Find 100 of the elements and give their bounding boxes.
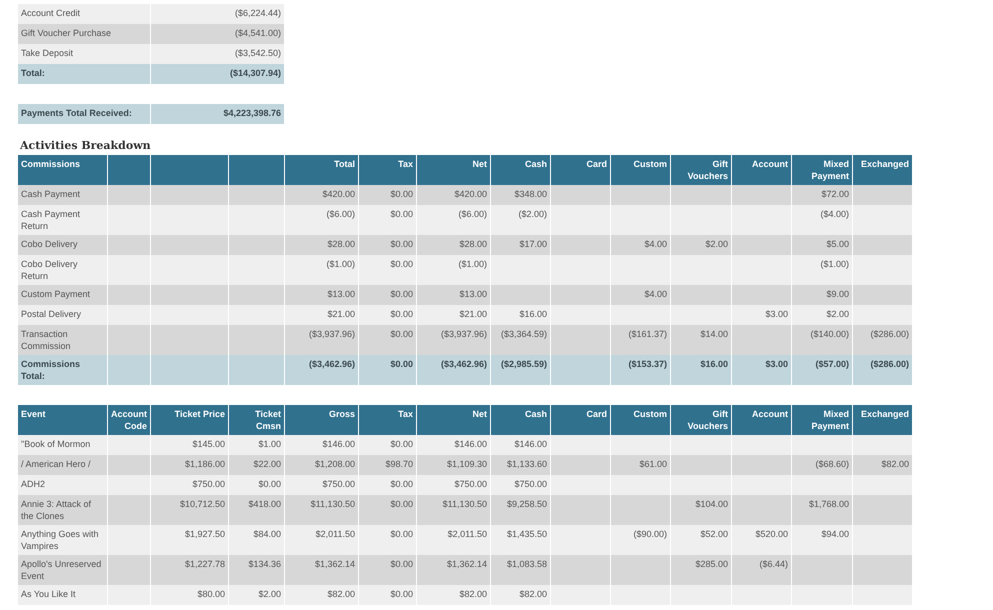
- column-header: Cash: [524, 409, 547, 419]
- table-cell: $94.00: [821, 529, 849, 539]
- column-header: Total: [334, 159, 355, 169]
- table-cell: $1,768.00: [808, 499, 849, 509]
- table-cell: $1,362.14: [314, 559, 355, 569]
- table-cell: $52.00: [700, 529, 728, 539]
- table-cell: $82.00: [459, 589, 487, 599]
- table-cell: $0.00: [390, 479, 413, 489]
- column-header: Event: [21, 409, 46, 419]
- column-header: Ticket Price: [174, 409, 225, 419]
- table-cell: $11,130.50: [310, 499, 355, 509]
- table-cell: Cash Payment: [21, 189, 80, 200]
- table-cell: $9,258.50: [506, 499, 547, 509]
- table-cell: $0.00: [390, 289, 413, 299]
- table-cell: $1,109.30: [446, 459, 487, 469]
- table-cell: $146.00: [514, 439, 547, 449]
- table-cell: ($6.00): [458, 209, 487, 219]
- table-cell: $0.00: [390, 439, 413, 449]
- column-header: Card: [586, 159, 607, 169]
- table-cell: As You Like It: [21, 589, 76, 600]
- table-cell: $520.00: [755, 529, 788, 539]
- table-cell: $5.00: [826, 239, 849, 249]
- column-header: Commissions: [21, 159, 80, 169]
- table-cell: $1,208.00: [314, 459, 355, 469]
- table-cell: ($3,364.59): [500, 329, 547, 339]
- table-cell: $2,011.50: [448, 529, 487, 539]
- column-header: Card: [586, 409, 607, 419]
- column-header: Tax: [398, 159, 413, 169]
- table-cell: $84.00: [253, 529, 281, 539]
- table-cell: $104.00: [695, 499, 728, 509]
- table-cell: $72.00: [821, 189, 849, 199]
- table-cell: $146.00: [322, 439, 355, 449]
- column-header: Account: [752, 409, 788, 419]
- table-cell: ($3,462.96): [308, 359, 355, 369]
- column-header: Ticket Cmsn: [255, 409, 281, 430]
- table-cell: $2.00: [258, 589, 281, 599]
- table-cell: ($1.00): [820, 259, 849, 269]
- table-cell-text: Apollo's Unreserved Event: [21, 559, 102, 582]
- table-cell: $13.00: [459, 289, 487, 299]
- table-cell: ($4.00): [820, 209, 849, 219]
- table-cell: $750.00: [514, 479, 547, 489]
- table-cell: / American Hero /: [21, 459, 91, 470]
- table-cell: $145.00: [192, 439, 225, 449]
- table-cell: ($57.00): [815, 359, 849, 369]
- table-cell: $0.00: [390, 259, 413, 269]
- table-cell: $2.00: [705, 239, 728, 249]
- table-cell-text: Annie 3: Attack of the Clones: [21, 499, 92, 522]
- table-cell: $1,133.60: [506, 459, 547, 469]
- table-cell: ($14,307.94): [230, 68, 281, 78]
- table-cell: $0.00: [390, 589, 413, 599]
- table-cell: ($6,224.44): [234, 8, 281, 18]
- table-cell: $3.00: [765, 359, 788, 369]
- table-cell: $1,186.00: [184, 459, 225, 469]
- table-cell: $4,223,398.76: [223, 108, 281, 118]
- table-cell: ($3,542.50): [234, 48, 281, 58]
- table-cell: ($68.60): [815, 459, 849, 469]
- table-cell: Payments Total Received:: [21, 108, 132, 118]
- table-cell: ($6.00): [326, 209, 355, 219]
- column-header: Exchanged: [860, 159, 909, 169]
- table-cell: Cobo Delivery: [21, 239, 78, 250]
- table-cell: $14.00: [700, 329, 728, 339]
- table-cell: $0.00: [390, 529, 413, 539]
- table-cell: $0.00: [390, 239, 413, 249]
- table-cell: "Book of Mormon: [21, 439, 90, 450]
- table-cell: ($286.00): [870, 359, 909, 369]
- table-cell: $134.36: [248, 559, 281, 569]
- table-cell: $4.00: [644, 239, 667, 249]
- table-cell: ($4,541.00): [234, 28, 281, 38]
- table-cell: $750.00: [192, 479, 225, 489]
- table-cell: ($2,985.59): [500, 359, 547, 369]
- table-cell: $3.00: [765, 309, 788, 319]
- table-cell: $0.00: [390, 329, 413, 339]
- table-cell: $61.00: [639, 459, 667, 469]
- table-cell: $1.00: [258, 439, 281, 449]
- column-header: Gift Vouchers: [688, 159, 728, 180]
- table-cell: $1,927.50: [184, 529, 225, 539]
- table-cell: $22.00: [253, 459, 281, 469]
- table-cell: $0.00: [390, 309, 413, 319]
- table-cell-text: Cobo Delivery Return: [21, 259, 79, 282]
- table-cell: ($3,937.96): [440, 329, 487, 339]
- table-cell: ($90.00): [633, 529, 667, 539]
- table-cell: $16.00: [519, 309, 547, 319]
- table-cell: ($1.00): [326, 259, 355, 269]
- table-cell: $21.00: [327, 309, 355, 319]
- table-cell: Custom Payment: [21, 289, 90, 300]
- table-cell: ($3,462.96): [440, 359, 487, 369]
- table-cell: $9.00: [826, 289, 849, 299]
- table-cell: $1,083.58: [506, 559, 547, 569]
- table-cell: $28.00: [327, 239, 355, 249]
- table-cell-text: Cash Payment Return: [21, 209, 82, 232]
- table-cell: $28.00: [459, 239, 487, 249]
- table-cell: $0.00: [390, 559, 413, 569]
- table-cell: $1,435.50: [506, 529, 547, 539]
- table-cell: $420.00: [322, 189, 355, 199]
- table-cell: $13.00: [327, 289, 355, 299]
- column-header: Gross: [328, 409, 355, 419]
- column-header: Exchanged: [860, 409, 909, 419]
- column-header: Tax: [398, 409, 413, 419]
- column-header: Net: [472, 159, 487, 169]
- table-cell-text: Transaction Commission: [21, 329, 72, 352]
